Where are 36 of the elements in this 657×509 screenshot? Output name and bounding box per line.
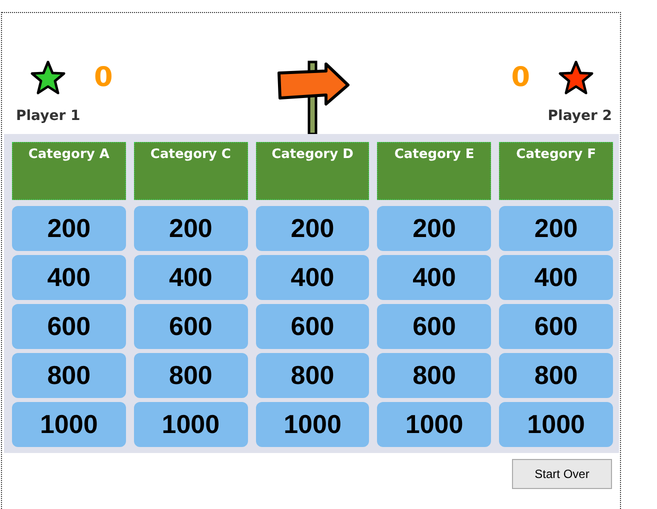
value-tile[interactable]: 1000 (134, 402, 248, 447)
value-tile[interactable]: 600 (256, 304, 370, 349)
category-header: Category E (377, 142, 492, 200)
value-tile[interactable]: 800 (12, 353, 126, 398)
value-tile[interactable]: 1000 (377, 402, 492, 447)
value-tile[interactable]: 800 (499, 353, 613, 398)
value-tile[interactable]: 400 (12, 255, 126, 300)
value-tile[interactable]: 600 (12, 304, 126, 349)
category-header: Category F (499, 142, 613, 200)
value-tile[interactable]: 1000 (256, 402, 370, 447)
value-tile[interactable]: 200 (377, 206, 492, 251)
value-tile[interactable]: 800 (377, 353, 492, 398)
category-header: Category D (256, 142, 370, 200)
value-tile[interactable]: 400 (499, 255, 613, 300)
value-tile[interactable]: 600 (377, 304, 492, 349)
value-tile[interactable]: 1000 (12, 402, 126, 447)
category-header: Category C (134, 142, 248, 200)
start-over-button[interactable]: Start Over (512, 459, 612, 489)
value-tile[interactable]: 800 (256, 353, 370, 398)
player-score: 0 (94, 63, 113, 93)
value-tile[interactable]: 600 (134, 304, 248, 349)
value-tile[interactable]: 200 (134, 206, 248, 251)
player-score: 0 (511, 63, 530, 93)
value-tile[interactable]: 800 (134, 353, 248, 398)
value-tile[interactable]: 200 (12, 206, 126, 251)
value-tile[interactable]: 200 (256, 206, 370, 251)
value-tile[interactable]: 200 (499, 206, 613, 251)
value-tile[interactable]: 400 (134, 255, 248, 300)
signpost-icon (276, 60, 352, 134)
value-tile[interactable]: 400 (377, 255, 492, 300)
category-header: Category A (12, 142, 126, 200)
value-tile[interactable]: 1000 (499, 402, 613, 447)
player-name: Player 1 (16, 108, 80, 124)
value-tile[interactable]: 600 (499, 304, 613, 349)
value-tile[interactable]: 400 (256, 255, 370, 300)
player-name: Player 2 (548, 108, 612, 124)
